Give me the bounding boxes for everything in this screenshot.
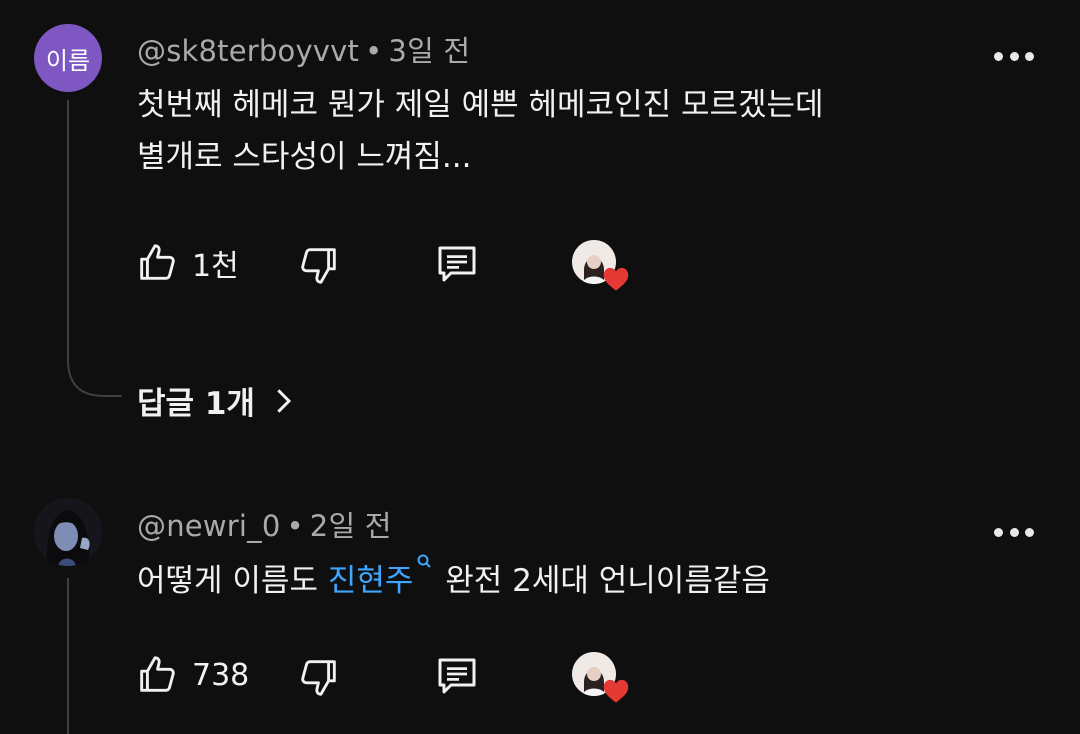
heart-icon <box>603 267 629 291</box>
comment-line: 별개로 스타성이 느껴짐... <box>137 139 472 175</box>
comment-time: 2일 전 <box>309 509 392 543</box>
like-count: 1천 <box>192 249 239 284</box>
like-button[interactable]: 1천 <box>134 240 239 286</box>
thread-line <box>67 578 69 734</box>
more-icon[interactable] <box>994 46 1034 66</box>
comment-text-after: 완전 2세대 언니이름같음 <box>435 563 770 599</box>
dislike-icon[interactable] <box>296 242 342 288</box>
thread-line-curve <box>67 340 122 397</box>
view-replies-button[interactable]: 답글 1개 <box>137 378 299 423</box>
search-link[interactable]: 진현주 <box>327 554 436 599</box>
comment-time: 3일 전 <box>388 34 471 68</box>
comment-text: 첫번째 헤메코 뭔가 제일 예쁜 헤메코인진 모르겠는데 별개로 스타성이 느껴… <box>137 82 824 180</box>
creator-heart-avatar <box>572 652 629 703</box>
creator-heart-avatar <box>572 240 629 291</box>
search-link-text: 진현주 <box>327 563 414 599</box>
separator: • <box>286 509 304 543</box>
comment-author[interactable]: @newri_0 <box>137 509 280 543</box>
comment-text-before: 어떻게 이름도 <box>137 563 328 599</box>
comment-meta: @sk8terboyvvt • 3일 전 <box>137 28 470 70</box>
heart-icon <box>603 679 629 703</box>
like-button[interactable]: 738 <box>134 652 249 698</box>
avatar-image <box>34 498 102 566</box>
avatar[interactable] <box>34 498 102 566</box>
comment-line: 첫번째 헤메코 뭔가 제일 예쁜 헤메코인진 모르겠는데 <box>137 87 824 123</box>
dislike-icon[interactable] <box>296 654 342 700</box>
more-icon[interactable] <box>994 522 1034 542</box>
comment-author[interactable]: @sk8terboyvvt <box>137 34 359 68</box>
like-icon <box>140 244 175 280</box>
avatar-text: 이름 <box>45 46 91 75</box>
like-count: 738 <box>192 657 250 693</box>
search-icon <box>417 554 432 568</box>
separator: • <box>365 34 383 68</box>
reply-icon[interactable] <box>432 652 482 700</box>
avatar[interactable]: 이름 <box>34 24 102 92</box>
reply-icon[interactable] <box>432 240 482 288</box>
chevron-right-icon <box>277 388 292 413</box>
thread-line <box>67 100 69 350</box>
replies-label: 답글 1개 <box>137 386 255 422</box>
like-icon <box>140 656 175 692</box>
comment-meta: @newri_0 • 2일 전 <box>137 503 392 545</box>
comment-text: 어떻게 이름도 진현주 완전 2세대 언니이름같음 <box>137 554 770 604</box>
